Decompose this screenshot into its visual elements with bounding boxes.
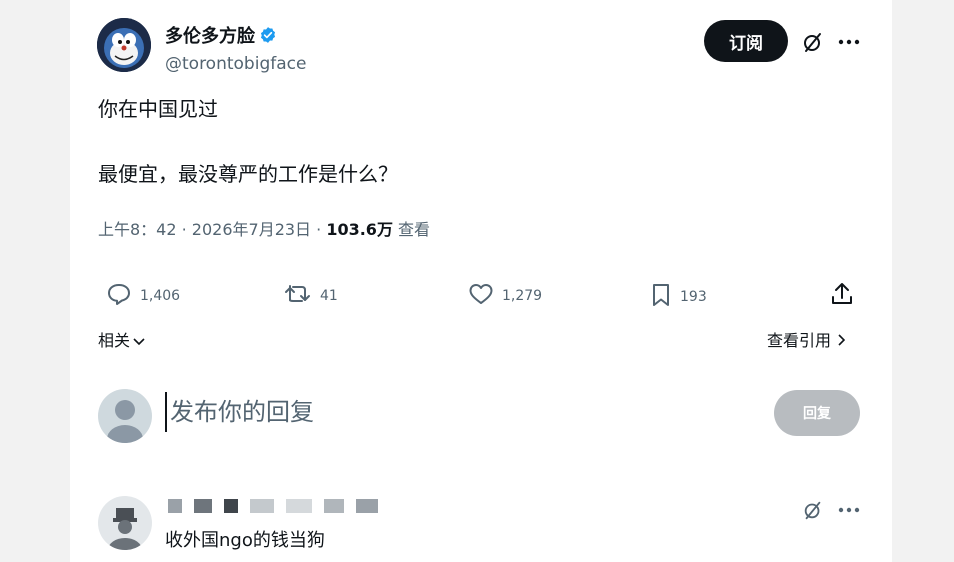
reply-button[interactable]: 回复 [774,390,860,436]
post-text-line-1: 你在中国见过 [98,97,218,121]
comment-grok-icon[interactable] [800,497,826,523]
like-action[interactable]: 1,279 [468,282,542,310]
repost-action[interactable]: 41 [284,282,338,310]
views-count: 103.6万 [326,220,393,239]
bookmark-count: 193 [680,289,707,305]
post-meta: 上午8：42 · 2026年7月23日 · 103.6万 查看 [98,216,430,240]
chevron-down-icon [133,331,145,350]
post-text-line-2: 最便宜，最没尊严的工作是什么？ [98,162,398,186]
view-quotes-link[interactable]: 查看引用 [767,327,846,351]
repost-icon [284,282,312,310]
post-detail-card: 多伦多方脸 @torontobigface 订阅 你在中国见过 最便宜，最没尊严… [70,0,892,562]
more-options-icon[interactable] [836,29,862,55]
repost-count: 41 [320,288,338,304]
reply-icon [106,282,132,310]
commenter-avatar[interactable] [98,496,152,550]
views-label: 查看 [392,220,431,239]
like-count: 1,279 [502,288,543,304]
view-quotes-label: 查看引用 [767,331,832,350]
subscribe-button[interactable]: 订阅 [704,20,788,62]
author-info: 多伦多方脸 @torontobigface [165,22,306,74]
author-avatar[interactable] [97,18,151,72]
bookmark-icon [650,282,672,312]
grok-icon[interactable] [800,29,826,55]
verified-badge-icon [259,26,277,44]
comment-text: 收外国ngo的钱当狗 [165,530,325,551]
share-icon [830,281,854,311]
reply-action[interactable]: 1,406 [106,282,180,310]
related-label: 相关 [98,331,131,350]
commenter-name-redacted [168,498,390,517]
share-action[interactable] [830,281,854,311]
related-dropdown[interactable]: 相关 [98,327,145,351]
reply-input[interactable] [165,392,730,432]
avatar-image [97,18,151,72]
post-timestamp[interactable]: 上午8：42 · 2026年7月23日 · [98,220,326,239]
chevron-right-icon [837,331,846,350]
user-avatar[interactable] [98,389,152,443]
author-handle[interactable]: @torontobigface [165,54,306,74]
author-name[interactable]: 多伦多方脸 [165,26,255,47]
heart-icon [468,282,494,310]
default-avatar-icon [107,400,143,443]
reply-count: 1,406 [140,288,181,304]
comment-more-icon[interactable] [836,497,862,523]
commenter-avatar-image [108,508,142,550]
bookmark-action[interactable]: 193 [650,282,707,312]
